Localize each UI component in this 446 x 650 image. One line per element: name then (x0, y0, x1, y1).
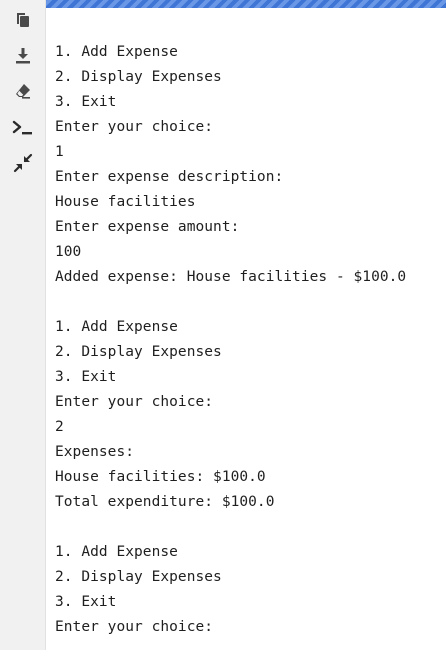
run-progress-stripe (46, 0, 446, 8)
console-line: Enter expense amount: (55, 219, 240, 235)
collapse-icon (13, 153, 33, 173)
copy-icon (17, 13, 29, 27)
console-line: Expenses: (55, 444, 135, 460)
console-line: Enter your choice: (55, 619, 214, 635)
console-window: 1. Add Expense 2. Display Expenses 3. Ex… (0, 0, 446, 650)
console-line: 2. Display Expenses (55, 69, 222, 85)
console-line: 100 (55, 244, 82, 260)
console-line: 2. Display Expenses (55, 344, 222, 360)
console-line: House facilities: $100.0 (55, 469, 266, 485)
console-line: Enter your choice: (55, 119, 214, 135)
console-line: 3. Exit (55, 594, 117, 610)
console-line: 1. Add Expense (55, 544, 178, 560)
console-line: Enter your choice: (55, 394, 214, 410)
console-line: 3. Exit (55, 94, 117, 110)
terminal-button[interactable] (10, 115, 36, 141)
copy-button[interactable] (10, 7, 36, 33)
console-line: 1. Add Expense (55, 319, 178, 335)
terminal-icon (12, 120, 32, 135)
collapse-button[interactable] (10, 150, 36, 176)
console-output: 1. Add Expense 2. Display Expenses 3. Ex… (55, 40, 443, 640)
console-line: Added expense: House facilities - $100.0 (55, 269, 407, 285)
download-icon (16, 48, 30, 64)
eraser-icon (16, 84, 30, 99)
console-line: 1. Add Expense (55, 44, 178, 60)
console-line: House facilities (55, 194, 196, 210)
clear-button[interactable] (10, 78, 36, 104)
console-line: 3. Exit (55, 369, 117, 385)
console-line: Total expenditure: $100.0 (55, 494, 275, 510)
console-line: 2 (55, 419, 64, 435)
console-line: 1 (55, 144, 64, 160)
console-toolbar (0, 0, 46, 650)
console-line: 2. Display Expenses (55, 569, 222, 585)
console-line: Enter expense description: (55, 169, 284, 185)
download-button[interactable] (10, 43, 36, 69)
